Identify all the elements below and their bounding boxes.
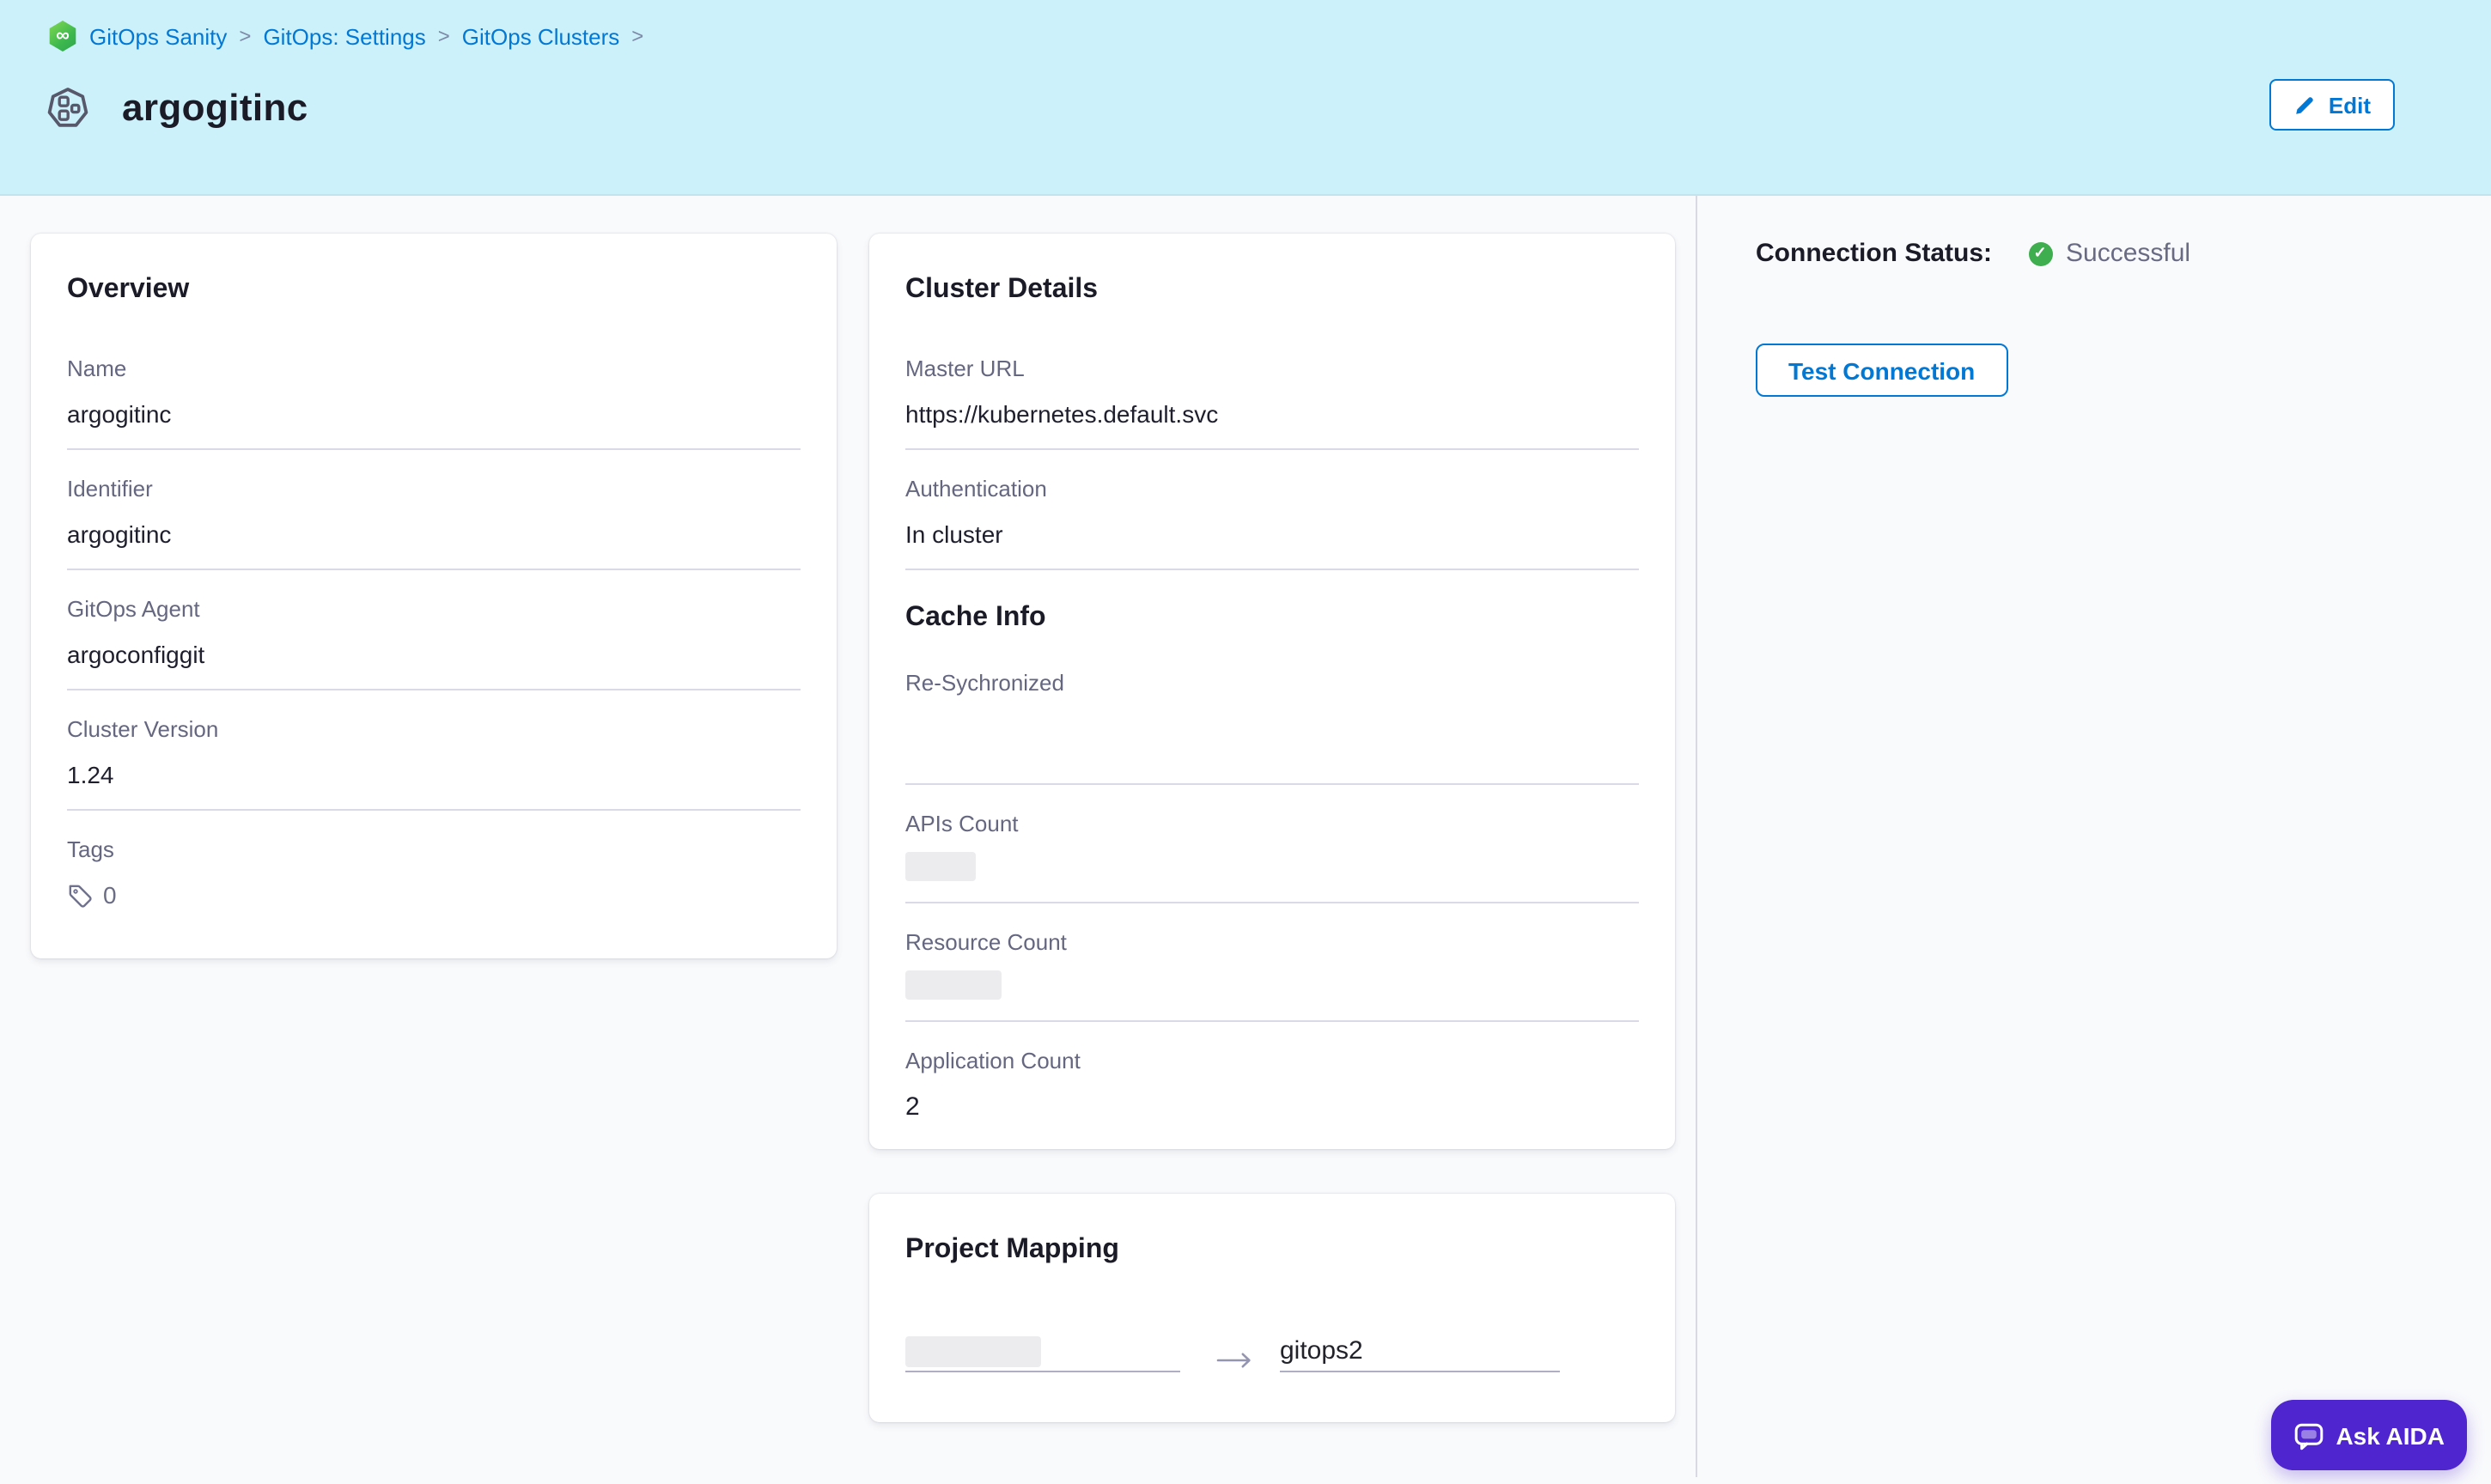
field-resource-count: Resource Count — [905, 929, 1639, 1022]
test-connection-button[interactable]: Test Connection — [1756, 344, 2007, 397]
field-value: argogitinc — [67, 400, 801, 428]
gitops-module-icon: ∞ — [48, 21, 77, 52]
breadcrumb-separator: > — [438, 24, 450, 48]
project-mapping-heading: Project Mapping — [905, 1235, 1639, 1266]
overview-heading: Overview — [67, 275, 801, 306]
field-value: 2 — [905, 1092, 1639, 1122]
edit-button[interactable]: Edit — [2270, 79, 2395, 131]
field-resynchronized: Re-Sychronized — [905, 670, 1639, 785]
field-label: Authentication — [905, 476, 1639, 502]
field-tags: Tags 0 — [67, 836, 801, 929]
breadcrumb-gitops-clusters[interactable]: GitOps Clusters — [462, 23, 620, 49]
field-master-url: Master URL https://kubernetes.default.sv… — [905, 356, 1639, 450]
field-value: 1.24 — [67, 761, 801, 788]
tags-count: 0 — [103, 881, 117, 909]
field-label: Re-Sychronized — [905, 670, 1639, 696]
field-value: argoconfiggit — [67, 641, 801, 668]
field-label: Identifier — [67, 476, 801, 502]
breadcrumb-gitops-sanity[interactable]: GitOps Sanity — [89, 23, 227, 49]
mapping-source-field — [905, 1336, 1180, 1372]
connection-status-label: Connection Status: — [1756, 239, 1992, 268]
field-value: argogitinc — [67, 520, 801, 548]
field-apis-count: APIs Count — [905, 811, 1639, 903]
edit-button-label: Edit — [2329, 92, 2371, 118]
vertical-divider — [1696, 196, 1697, 1477]
overview-card: Overview Name argogitinc Identifier argo… — [31, 234, 837, 958]
connection-status-text: Successful — [2066, 239, 2190, 268]
ask-aida-button[interactable]: Ask AIDA — [2270, 1400, 2467, 1470]
chat-bubble-icon — [2293, 1420, 2324, 1451]
field-label: Cluster Version — [67, 716, 801, 742]
cluster-icon — [43, 82, 93, 132]
field-value: In cluster — [905, 520, 1639, 548]
field-label: Name — [67, 356, 801, 381]
cache-info-heading: Cache Info — [905, 603, 1639, 634]
field-label: GitOps Agent — [67, 596, 801, 622]
page-header: ∞ GitOps Sanity > GitOps: Settings > Git… — [0, 0, 2491, 196]
breadcrumb-separator: > — [631, 24, 643, 48]
field-value: https://kubernetes.default.svc — [905, 400, 1639, 428]
field-gitops-agent: GitOps Agent argoconfiggit — [67, 596, 801, 690]
field-identifier: Identifier argogitinc — [67, 476, 801, 570]
field-label: APIs Count — [905, 811, 1639, 836]
breadcrumb-gitops-settings[interactable]: GitOps: Settings — [263, 23, 425, 49]
success-check-icon: ✓ — [2028, 241, 2052, 265]
loading-skeleton — [905, 970, 1002, 1000]
project-mapping-card: Project Mapping gitops2 — [869, 1194, 1675, 1422]
cluster-details-heading: Cluster Details — [905, 275, 1639, 306]
breadcrumb-separator: > — [239, 24, 251, 48]
project-mapping-row: gitops2 — [905, 1336, 1639, 1372]
field-authentication: Authentication In cluster — [905, 476, 1639, 570]
loading-skeleton — [905, 1336, 1041, 1367]
field-label: Master URL — [905, 356, 1639, 381]
connection-panel: Connection Status: ✓ Successful — [1756, 239, 2190, 268]
mapping-target-field: gitops2 — [1280, 1336, 1560, 1372]
arrow-right-icon — [1216, 1352, 1252, 1369]
field-name: Name argogitinc — [67, 356, 801, 450]
breadcrumb: ∞ GitOps Sanity > GitOps: Settings > Git… — [48, 21, 643, 52]
tag-icon — [67, 882, 93, 908]
field-label: Application Count — [905, 1048, 1639, 1073]
cluster-details-card: Cluster Details Master URL https://kuber… — [869, 234, 1675, 1149]
field-label: Resource Count — [905, 929, 1639, 955]
field-label: Tags — [67, 836, 801, 862]
pencil-icon — [2294, 94, 2317, 116]
ask-aida-label: Ask AIDA — [2336, 1421, 2445, 1449]
empty-value — [905, 715, 1639, 763]
field-application-count: Application Count 2 — [905, 1048, 1639, 1142]
field-cluster-version: Cluster Version 1.24 — [67, 716, 801, 811]
title-row: argogitinc — [43, 82, 308, 132]
connection-status-badge: ✓ Successful — [2028, 239, 2190, 268]
page-title: argogitinc — [122, 85, 308, 130]
page: ∞ GitOps Sanity > GitOps: Settings > Git… — [0, 0, 2491, 1484]
loading-skeleton — [905, 852, 976, 881]
